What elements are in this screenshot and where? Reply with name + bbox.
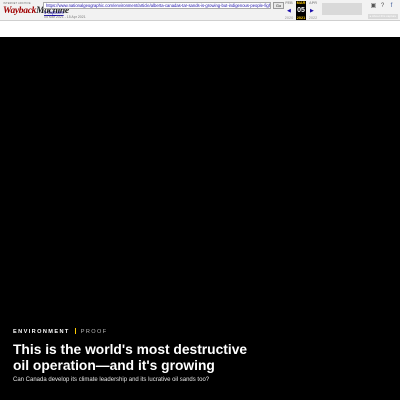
article-hero: ENVIRONMENT PROOF This is the world's mos… [0,37,400,400]
current-day: 05 [296,6,306,16]
wayback-toolbar: INTERNET ARCHIVE WaybackMachine https://… [0,0,400,21]
kicker-separator [74,328,76,334]
series-link[interactable]: PROOF [81,329,108,335]
prev-capture-arrow-icon[interactable]: ◀ [287,8,291,14]
about-capture-link[interactable]: ▸ About this capture [368,14,398,19]
wayback-url-input[interactable]: https://www.nationalgeographic.com/envir… [43,2,271,9]
help-icon[interactable]: ? [379,3,386,10]
site-header [0,21,400,37]
capture-date-range: 05 Mar 2021 - 15 Apr 2021 [44,15,86,19]
prev-year-link[interactable]: 2020 [284,16,294,20]
article-kicker: ENVIRONMENT PROOF [13,328,108,336]
next-capture-arrow-icon[interactable]: ▶ [310,8,314,14]
wayback-logo[interactable]: INTERNET ARCHIVE WaybackMachine [3,2,69,18]
facebook-icon[interactable]: f [388,3,395,10]
capture-calendar: FEB MAR APR ◀ 05 ▶ 2020 2021 2022 [284,1,318,20]
wayback-tool-icons: ▣ ? f [370,3,398,11]
article-dek: Can Canada develop its climate leadershi… [13,377,210,383]
login-icon[interactable]: ▣ [370,3,377,10]
go-button[interactable]: Go [273,2,284,9]
current-year: 2021 [296,16,306,20]
prev-month-link[interactable]: FEB [284,1,294,6]
capture-timeline-sparkline[interactable] [322,3,362,15]
next-year-link[interactable]: 2022 [308,16,318,20]
article-headline: This is the world's most destructive oil… [13,342,248,373]
internet-archive-label: INTERNET ARCHIVE [3,2,31,5]
section-link[interactable]: ENVIRONMENT [13,329,70,335]
next-month-link[interactable]: APR [308,1,318,6]
wayback-word: Wayback [3,6,37,16]
